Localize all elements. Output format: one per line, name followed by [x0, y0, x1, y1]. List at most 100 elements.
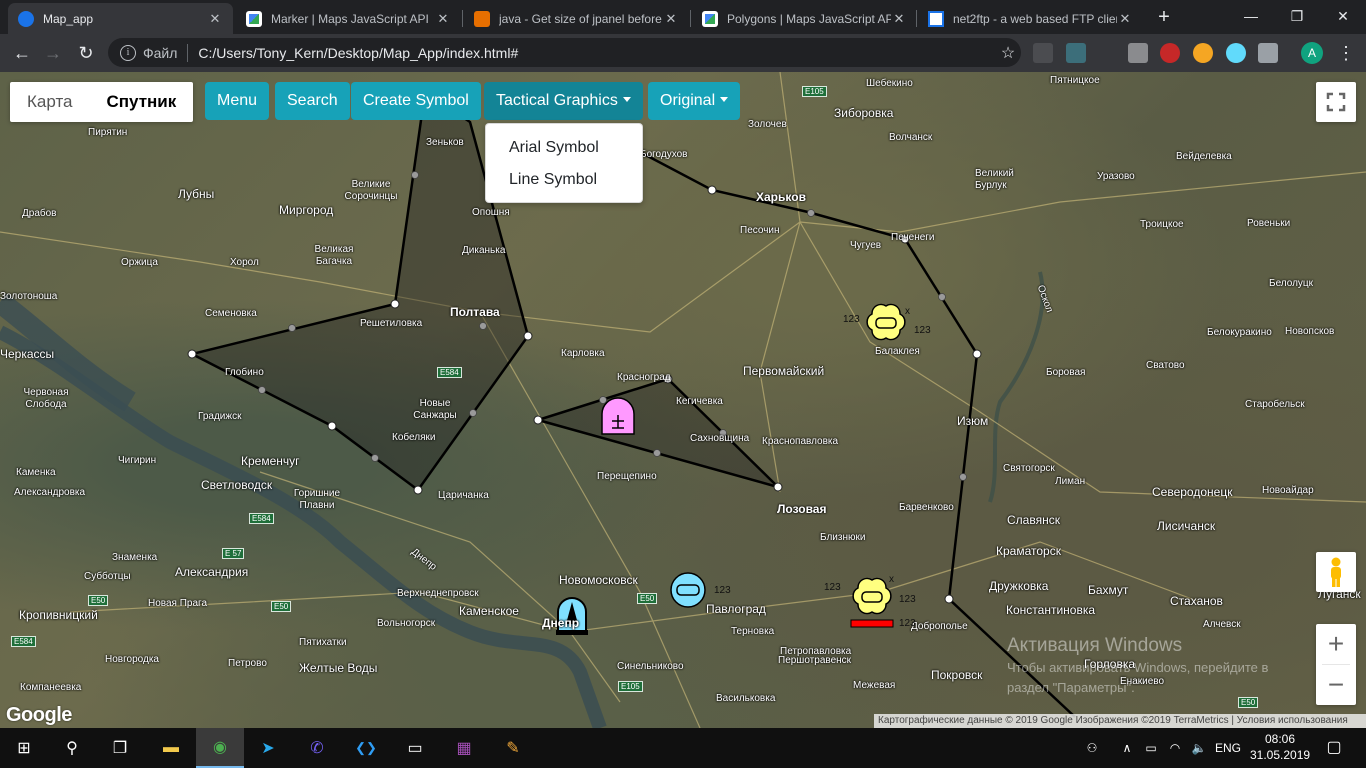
info-icon[interactable]: i: [120, 44, 136, 61]
minimize-button[interactable]: —: [1228, 0, 1274, 32]
original-dropdown[interactable]: Original: [648, 82, 741, 120]
place-label: Первомайский: [743, 364, 825, 378]
road-shield: E 57: [222, 548, 245, 559]
search-icon[interactable]: ⚲: [48, 728, 96, 768]
omnibox-divider: [187, 43, 189, 62]
people-icon[interactable]: ⚇: [1080, 728, 1104, 768]
tab-map-app[interactable]: Map_app ✕: [8, 3, 233, 34]
place-label: Миргород: [279, 203, 334, 217]
telegram-icon[interactable]: ➤: [244, 728, 292, 768]
road-shield: E105: [802, 86, 827, 97]
tab-net2ftp[interactable]: net2ftp - a web based FTP client ✕: [918, 3, 1143, 34]
back-button[interactable]: ←: [10, 41, 34, 65]
wifi-icon[interactable]: ◠: [1165, 728, 1185, 768]
extension-flower-icon[interactable]: [1193, 43, 1213, 63]
place-label: Глобино: [225, 367, 264, 378]
tab-polygons-api[interactable]: Polygons | Maps JavaScript API ✕: [692, 3, 917, 34]
close-icon[interactable]: ✕: [891, 11, 907, 27]
search-button[interactable]: Search: [275, 82, 350, 120]
symbol-yellow-quatrefoil-balakleya[interactable]: [866, 303, 906, 341]
task-view-icon[interactable]: ❐: [96, 728, 144, 768]
map-type-roadmap-button[interactable]: Карта: [10, 82, 90, 122]
place-label: Каменка: [16, 467, 56, 478]
close-icon[interactable]: ✕: [435, 11, 451, 27]
road-shield: E50: [1238, 697, 1259, 708]
new-tab-button[interactable]: +: [1152, 6, 1176, 28]
place-label: Лубны: [178, 187, 215, 201]
extension-red-icon[interactable]: [1160, 43, 1180, 63]
extension-square-icon[interactable]: [1128, 43, 1148, 63]
close-icon[interactable]: ✕: [1117, 11, 1133, 27]
reload-button[interactable]: ↻: [74, 41, 98, 65]
place-label: Перещепино: [597, 471, 657, 482]
symbol-label: x: [889, 574, 894, 585]
viber-icon[interactable]: ✆: [293, 728, 341, 768]
zoom-out-button[interactable]: −: [1316, 665, 1356, 705]
battery-icon[interactable]: ▭: [1141, 728, 1161, 768]
symbol-pink-dome[interactable]: [601, 397, 635, 435]
menu-item-line-symbol[interactable]: Line Symbol: [486, 164, 642, 196]
place-label: Алчевск: [1203, 619, 1241, 630]
tab-title: net2ftp - a web based FTP client: [953, 11, 1117, 26]
winrar-icon[interactable]: ▦: [440, 728, 488, 768]
place-label: Шебекино: [866, 78, 913, 89]
notifications-icon[interactable]: ▢: [1322, 728, 1346, 768]
vue-devtools-icon[interactable]: [1258, 43, 1278, 63]
place-label: Полтава: [450, 305, 500, 319]
volume-icon[interactable]: 🔈: [1189, 728, 1209, 768]
fullscreen-button[interactable]: [1316, 82, 1356, 122]
place-label: Хорол: [230, 257, 259, 268]
profile-avatar[interactable]: A: [1301, 42, 1323, 64]
file-explorer-icon[interactable]: ▬: [147, 728, 195, 768]
close-icon[interactable]: ✕: [663, 11, 679, 27]
forward-button[interactable]: →: [41, 41, 65, 65]
taskbar-clock[interactable]: 08:06 31.05.2019: [1250, 731, 1310, 763]
terminal-icon[interactable]: ▭: [391, 728, 439, 768]
tactical-polygon-large[interactable]: [188, 89, 530, 492]
menu-item-arial-symbol[interactable]: Arial Symbol: [486, 132, 642, 164]
start-icon[interactable]: ⊞: [0, 728, 48, 768]
zoom-in-button[interactable]: +: [1316, 624, 1356, 664]
road-shield: E584: [437, 367, 462, 378]
symbol-yellow-quatrefoil-dobropolye[interactable]: [850, 577, 894, 628]
vscode-icon[interactable]: ❮❯: [342, 728, 390, 768]
road-shield: E584: [11, 636, 36, 647]
address-bar[interactable]: i Файл C:/Users/Tony_Kern/Desktop/Map_Ap…: [108, 38, 1021, 67]
place-label: Печенеги: [891, 232, 935, 243]
url-text[interactable]: C:/Users/Tony_Kern/Desktop/Map_App/index…: [198, 45, 995, 61]
chevron-up-icon[interactable]: ∧: [1117, 728, 1137, 768]
browser-menu-icon[interactable]: ⋮: [1337, 42, 1355, 64]
extension-pen-icon[interactable]: [1066, 43, 1086, 63]
place-label: Чугуев: [850, 240, 882, 251]
paint-icon[interactable]: ✎: [489, 728, 537, 768]
extension-move-icon[interactable]: [1033, 43, 1053, 63]
close-window-button[interactable]: ✕: [1320, 0, 1366, 32]
map-attribution[interactable]: Картографические данные © 2019 Google Из…: [874, 714, 1366, 728]
language-indicator[interactable]: ENG: [1212, 728, 1244, 768]
place-label: Великие Сорочинцы: [344, 179, 398, 202]
place-label: Пятихатки: [299, 637, 347, 648]
zoom-control: + −: [1316, 624, 1356, 705]
tab-marker-api[interactable]: Marker | Maps JavaScript API ✕: [236, 3, 461, 34]
react-devtools-icon[interactable]: [1226, 43, 1246, 63]
close-icon[interactable]: ✕: [207, 11, 223, 27]
tactical-graphics-dropdown[interactable]: Tactical Graphics: [484, 82, 643, 120]
windows-activation-watermark: Активация Windows Чтобы активировать Win…: [1007, 634, 1307, 698]
map-viewport[interactable]: Шебекино Пятницкое Зиборовка Волчанск Зо…: [0, 72, 1366, 728]
menu-button[interactable]: Menu: [205, 82, 270, 120]
bookmark-star-icon[interactable]: ☆: [995, 43, 1021, 63]
place-label: Червоная Слобода: [23, 387, 69, 410]
google-logo[interactable]: Google: [6, 704, 72, 727]
street-view-pegman[interactable]: [1316, 552, 1356, 592]
chrome-icon[interactable]: ◉: [196, 728, 244, 768]
create-symbol-button[interactable]: Create Symbol: [351, 82, 481, 120]
symbol-cyan-circle[interactable]: [670, 572, 706, 608]
place-label: Вольногорск: [377, 618, 436, 629]
place-label: Зиборовка: [834, 106, 894, 120]
road-shield: E584: [249, 513, 274, 524]
tab-title: Marker | Maps JavaScript API: [271, 11, 429, 26]
tab-java-jpanel[interactable]: java - Get size of jpanel before ✕: [464, 3, 689, 34]
restore-button[interactable]: ❐: [1274, 0, 1320, 32]
map-type-satellite-button[interactable]: Спутник: [90, 82, 194, 122]
clock-time: 08:06: [1264, 732, 1296, 746]
